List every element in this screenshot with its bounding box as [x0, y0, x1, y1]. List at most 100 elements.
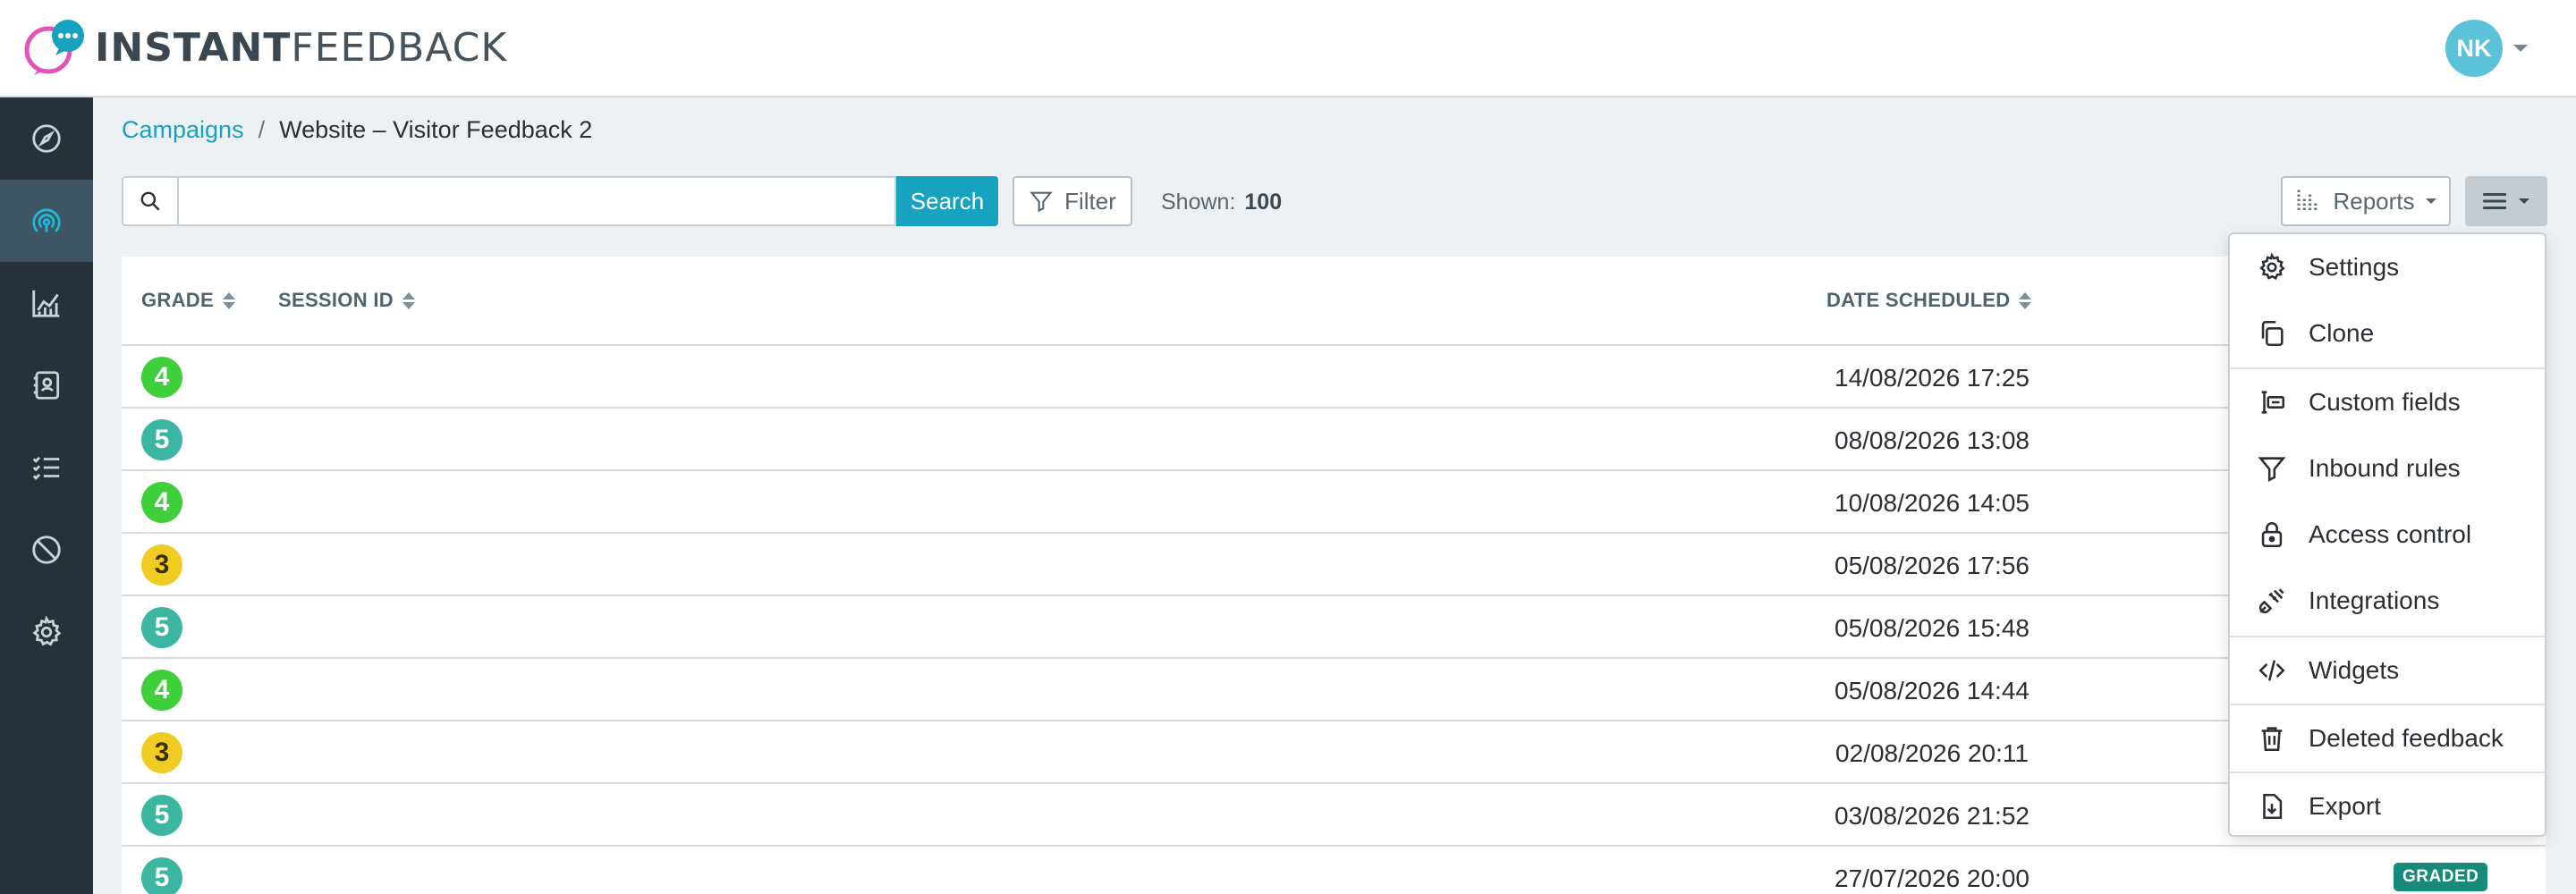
sidebar-item-analytics[interactable] — [0, 262, 93, 344]
table-row[interactable]: 3 02/08/2026 20:11 — [122, 721, 2546, 784]
sidebar — [0, 97, 93, 894]
trash-icon — [2261, 727, 2283, 752]
export-icon — [2263, 793, 2283, 820]
logo-chat-icon — [24, 20, 84, 75]
chevron-down-icon — [2519, 198, 2529, 204]
sort-icon — [2019, 291, 2032, 309]
sidebar-item-campaigns[interactable] — [0, 180, 93, 262]
checklist-icon — [32, 456, 60, 480]
filter-button[interactable]: Filter — [1013, 176, 1132, 226]
search-input[interactable] — [177, 176, 896, 226]
avatar[interactable]: NK — [2445, 20, 2503, 77]
menu-item-label: Clone — [2309, 319, 2375, 347]
column-header-grade[interactable]: GRADE — [141, 289, 235, 312]
grade-badge: 5 — [141, 607, 182, 648]
breadcrumb-campaigns-link[interactable]: Campaigns — [122, 116, 244, 144]
shown-value: 100 — [1244, 190, 1283, 215]
sidebar-item-contacts[interactable] — [0, 344, 93, 426]
copy-icon — [2261, 320, 2284, 347]
funnel-icon — [2258, 457, 2286, 482]
menu-item-inbound-rules[interactable]: Inbound rules — [2230, 435, 2545, 502]
sidebar-item-tasks[interactable] — [0, 426, 93, 509]
table-header: GRADE SESSION ID DATE SCHEDULED — [122, 257, 2546, 346]
table-row[interactable]: 5 03/08/2026 21:52 — [122, 784, 2546, 847]
table-row[interactable]: 5 05/08/2026 15:48 — [122, 596, 2546, 659]
search-group: Search — [122, 176, 998, 226]
breadcrumb: Campaigns / Website – Visitor Feedback 2 — [122, 116, 592, 144]
sidebar-item-dashboard[interactable] — [0, 97, 93, 180]
menu-item-clone[interactable]: Clone — [2230, 300, 2545, 367]
menu-item-label: Export — [2309, 792, 2381, 820]
menu-item-label: Custom fields — [2309, 388, 2461, 416]
breadcrumb-separator: / — [258, 116, 266, 143]
status-badge: GRADED — [2394, 863, 2488, 891]
lock-icon — [2261, 522, 2283, 548]
date-scheduled: 10/08/2026 14:05 — [1835, 489, 2029, 517]
toolbar: Search Filter Shown: 100 Reports — [122, 176, 2547, 226]
menu-item-deleted-feedback[interactable]: Deleted feedback — [2230, 705, 2545, 772]
menu-item-custom-fields[interactable]: Custom fields — [2230, 369, 2545, 435]
search-button[interactable]: Search — [896, 176, 998, 226]
column-header-session-id[interactable]: SESSION ID — [278, 289, 415, 312]
sort-icon — [222, 291, 235, 309]
chart-icon — [32, 290, 60, 317]
date-scheduled: 05/08/2026 17:56 — [1835, 552, 2029, 579]
date-scheduled: 05/08/2026 14:44 — [1835, 677, 2029, 704]
menu-item-integrations[interactable]: Integrations — [2230, 568, 2545, 634]
more-menu-button[interactable] — [2465, 176, 2547, 226]
reports-button[interactable]: Reports — [2281, 176, 2451, 226]
menu-item-settings[interactable]: Settings — [2230, 234, 2545, 300]
table-row[interactable]: 5 27/07/2026 20:00 GRADED — [122, 847, 2546, 894]
filter-label: Filter — [1064, 187, 1116, 215]
logo-text: INSTANTFEEDBACK — [95, 24, 508, 71]
table-row[interactable]: 5 08/08/2026 13:08 — [122, 409, 2546, 471]
grade-badge: 3 — [141, 544, 182, 586]
app-logo[interactable]: INSTANTFEEDBACK — [20, 18, 507, 77]
gear-icon — [32, 615, 62, 646]
grade-badge: 4 — [141, 670, 182, 711]
chevron-down-icon — [2425, 198, 2436, 204]
chevron-down-icon[interactable] — [2513, 45, 2528, 52]
grade-badge: 5 — [141, 857, 182, 894]
column-header-date-scheduled[interactable]: DATE SCHEDULED — [1826, 289, 2032, 312]
feedback-table: GRADE SESSION ID DATE SCHEDULED 4 14/08/… — [122, 257, 2546, 894]
reports-label: Reports — [2333, 187, 2415, 215]
page-title: Website – Visitor Feedback 2 — [279, 116, 593, 143]
contact-book-icon — [33, 371, 60, 400]
grade-badge: 5 — [141, 795, 182, 836]
table-row[interactable]: 4 05/08/2026 14:44 — [122, 659, 2546, 721]
search-icon — [122, 176, 177, 226]
more-menu-dropdown: Settings Clone Custom fields Inbound rul… — [2228, 232, 2546, 837]
menu-item-label: Widgets — [2309, 656, 2400, 684]
compass-icon — [32, 124, 61, 153]
table-row[interactable]: 4 10/08/2026 14:05 — [122, 471, 2546, 534]
funnel-icon — [1030, 191, 1053, 213]
hamburger-icon — [2483, 193, 2506, 209]
menu-item-access-control[interactable]: Access control — [2230, 502, 2545, 568]
date-scheduled: 14/08/2026 17:25 — [1835, 364, 2029, 392]
user-menu[interactable]: NK — [2445, 20, 2528, 77]
menu-item-export[interactable]: Export — [2230, 773, 2545, 839]
top-bar: INSTANTFEEDBACK NK — [0, 0, 2576, 97]
date-scheduled: 27/07/2026 20:00 — [1835, 864, 2029, 892]
block-icon — [32, 536, 61, 564]
menu-item-label: Access control — [2309, 520, 2472, 548]
broadcast-icon — [32, 208, 61, 232]
menu-item-label: Inbound rules — [2309, 454, 2461, 482]
date-scheduled: 08/08/2026 13:08 — [1835, 426, 2029, 454]
menu-item-widgets[interactable]: Widgets — [2230, 637, 2545, 704]
sort-icon — [402, 291, 415, 309]
table-row[interactable]: 3 05/08/2026 17:56 — [122, 534, 2546, 596]
plug-icon — [2258, 588, 2284, 614]
sidebar-item-settings[interactable] — [0, 591, 93, 673]
shown-count: Shown: 100 — [1161, 190, 1282, 215]
grade-badge: 3 — [141, 732, 182, 773]
date-scheduled: 02/08/2026 20:11 — [1835, 739, 2029, 767]
reports-icon — [2297, 190, 2318, 210]
custom-fields-icon — [2261, 391, 2285, 414]
code-icon — [2258, 660, 2285, 681]
sidebar-item-blocked[interactable] — [0, 509, 93, 591]
menu-item-label: Integrations — [2309, 586, 2440, 614]
table-row[interactable]: 4 14/08/2026 17:25 — [122, 346, 2546, 409]
grade-badge: 5 — [141, 419, 182, 460]
